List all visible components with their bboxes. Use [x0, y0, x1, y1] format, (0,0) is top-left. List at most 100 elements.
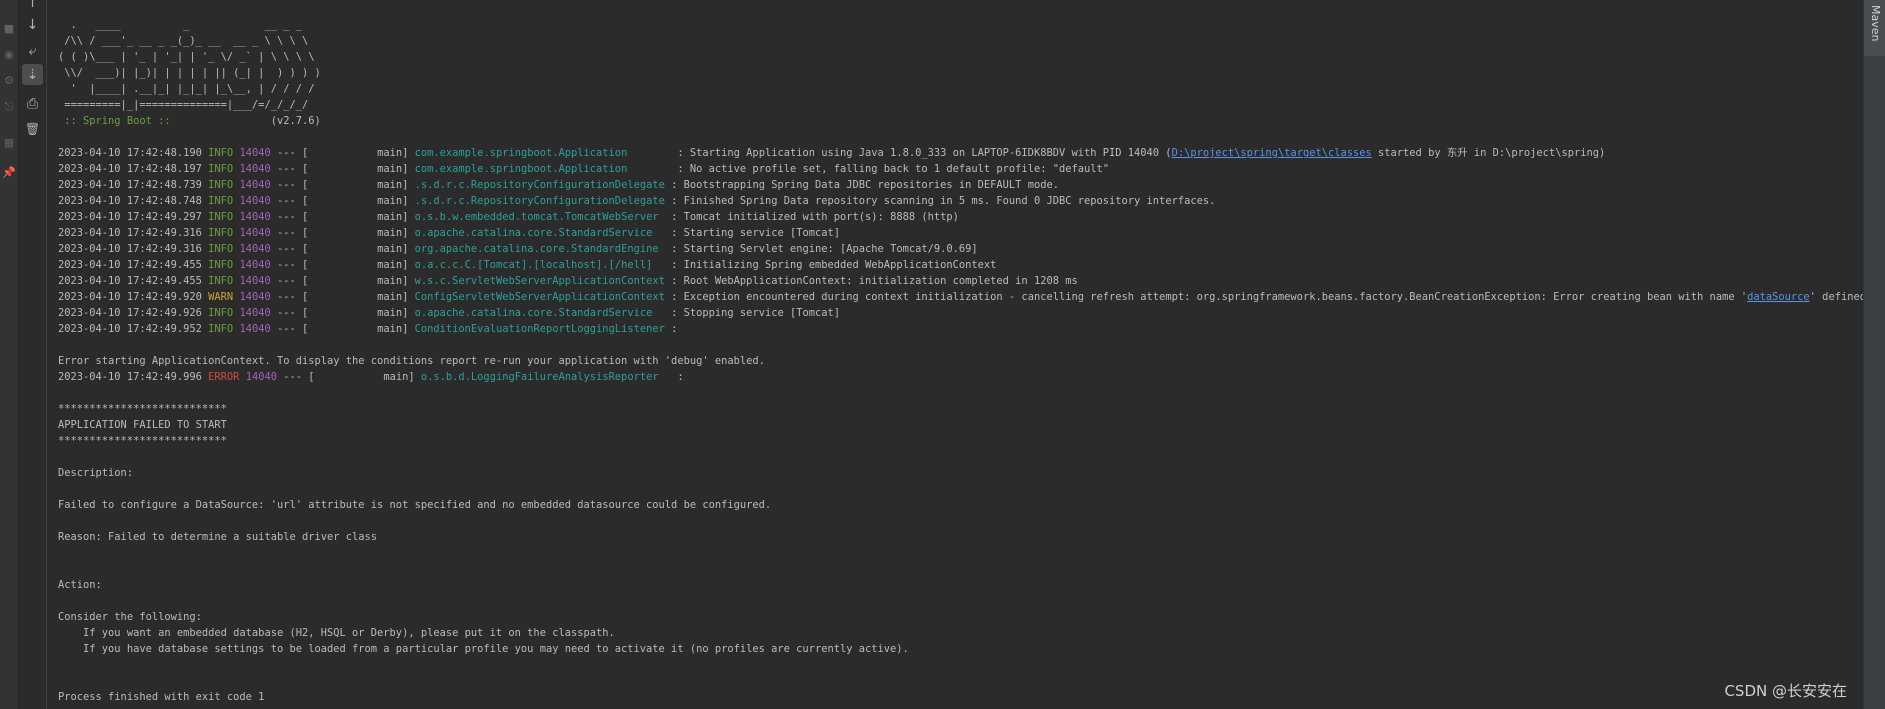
log-level: WARN	[208, 291, 234, 303]
log-pid: 14040	[239, 259, 271, 271]
action-item: If you want an embedded database (H2, HS…	[58, 627, 615, 639]
failure-title: APPLICATION FAILED TO START	[58, 419, 227, 431]
log-level: INFO	[208, 275, 234, 287]
log-level: INFO	[208, 147, 234, 159]
action-item: If you have database settings to be load…	[58, 643, 909, 655]
log-timestamp: 2023-04-10 17:42:49.297	[58, 211, 202, 223]
log-line: 2023-04-10 17:42:49.297 INFO 14040 --- […	[58, 209, 959, 225]
run-gutter: ■ ◉ ⚙ ⎋ ▦ 📌	[0, 0, 19, 709]
stop-icon[interactable]: ■	[2, 22, 16, 36]
log-level: INFO	[208, 243, 234, 255]
log-timestamp: 2023-04-10 17:42:49.920	[58, 291, 202, 303]
log-pid: 14040	[239, 323, 271, 335]
log-logger: o.a.c.c.C.[Tomcat].[localhost].[/hell]	[414, 259, 665, 271]
log-level: ERROR	[208, 371, 240, 383]
log-link[interactable]: dataSource	[1747, 291, 1810, 303]
log-message: : Root WebApplicationContext: initializa…	[664, 275, 1078, 287]
log-thread: --- [ main]	[270, 243, 415, 255]
log-level: INFO	[208, 179, 234, 191]
log-logger: o.apache.catalina.core.StandardService	[414, 227, 665, 239]
failure-stars-bottom: ***************************	[58, 435, 227, 447]
banner-line: \\/ ___)| |_)| | | | | || (_| | ) ) ) )	[58, 67, 321, 79]
log-thread: --- [ main]	[270, 211, 415, 223]
log-pid: 14040	[239, 147, 271, 159]
log-timestamp: 2023-04-10 17:42:48.190	[58, 147, 202, 159]
rerun-icon[interactable]: ↑	[22, 0, 43, 13]
scroll-to-end-icon[interactable]: ⇣	[22, 64, 43, 85]
print-icon[interactable]: ⎙	[22, 93, 43, 114]
log-message: : Stopping service [Tomcat]	[664, 307, 841, 319]
log-timestamp: 2023-04-10 17:42:49.952	[58, 323, 202, 335]
log-logger: com.example.springboot.Application	[414, 163, 672, 175]
log-pid: 14040	[239, 275, 271, 287]
log-message: : Starting service [Tomcat]	[664, 227, 841, 239]
reason-text: Reason: Failed to determine a suitable d…	[58, 531, 378, 543]
log-logger: o.apache.catalina.core.StandardService	[414, 307, 665, 319]
log-level: INFO	[208, 195, 234, 207]
layout-icon[interactable]: ▦	[2, 136, 16, 150]
log-link[interactable]: D:\project\spring\target\classes	[1172, 147, 1372, 159]
log-pid: 14040	[239, 179, 271, 191]
log-logger: o.s.b.d.LoggingFailureAnalysisReporter	[420, 371, 672, 383]
log-pid: 14040	[239, 227, 271, 239]
log-level: INFO	[208, 259, 234, 271]
log-message: : Finished Spring Data repository scanni…	[664, 195, 1216, 207]
log-line: 2023-04-10 17:42:49.952 INFO 14040 --- […	[58, 321, 677, 337]
log-timestamp: 2023-04-10 17:42:49.316	[58, 227, 202, 239]
log-line: 2023-04-10 17:42:48.197 INFO 14040 --- […	[58, 161, 1109, 177]
log-timestamp: 2023-04-10 17:42:48.197	[58, 163, 202, 175]
log-line: 2023-04-10 17:42:49.455 INFO 14040 --- […	[58, 273, 1078, 289]
watermark: CSDN @长安安在	[1724, 682, 1847, 700]
camera-icon[interactable]: ◉	[2, 48, 16, 62]
log-message: : Exception encountered during context i…	[664, 291, 1748, 303]
log-line: 2023-04-10 17:42:49.996 ERROR 14040 --- …	[58, 369, 684, 385]
clear-all-icon[interactable]: 🗑	[22, 118, 43, 139]
log-message: :	[664, 323, 678, 335]
log-line: 2023-04-10 17:42:48.190 INFO 14040 --- […	[58, 145, 1605, 161]
log-thread: --- [ main]	[270, 195, 415, 207]
console-output[interactable]: . ____ _ __ _ _ /\\ / ___'_ __ _ _(_)_ _…	[47, 0, 1863, 709]
pin-icon[interactable]: 📌	[2, 166, 16, 180]
log-level: INFO	[208, 211, 234, 223]
log-thread: --- [ main]	[270, 291, 415, 303]
log-line: 2023-04-10 17:42:49.316 INFO 14040 --- […	[58, 225, 840, 241]
log-level: INFO	[208, 307, 234, 319]
log-timestamp: 2023-04-10 17:42:49.316	[58, 243, 202, 255]
log-timestamp: 2023-04-10 17:42:49.455	[58, 275, 202, 287]
log-pid: 14040	[239, 211, 271, 223]
log-thread: --- [ main]	[270, 227, 415, 239]
log-message: : Bootstrapping Spring Data JDBC reposit…	[664, 179, 1059, 191]
settings-icon[interactable]: ⚙	[2, 74, 16, 88]
exit-code-text: Process finished with exit code 1	[58, 691, 265, 703]
exit-icon[interactable]: ⎋	[2, 100, 16, 114]
log-pid: 14040	[245, 371, 277, 383]
log-logger: ConfigServletWebServerApplicationContext	[414, 291, 665, 303]
log-thread: --- [ main]	[270, 259, 415, 271]
log-thread: --- [ main]	[270, 275, 415, 287]
log-line: 2023-04-10 17:42:49.316 INFO 14040 --- […	[58, 241, 978, 257]
scroll-down-icon[interactable]: ↓	[22, 14, 43, 35]
log-logger: o.s.b.w.embedded.tomcat.TomcatWebServer	[414, 211, 665, 223]
log-message: : Starting Servlet engine: [Apache Tomca…	[664, 243, 978, 255]
maven-tab[interactable]: Maven	[1864, 0, 1885, 56]
log-message: : No active profile set, falling back to…	[671, 163, 1110, 175]
log-level: INFO	[208, 323, 234, 335]
log-logger: com.example.springboot.Application	[414, 147, 672, 159]
log-thread: --- [ main]	[270, 147, 415, 159]
log-logger: org.apache.catalina.core.StandardEngine	[414, 243, 665, 255]
banner-line: ( ( )\___ | '_ | '_| | '_ \/ _` | \ \ \ …	[58, 51, 315, 63]
log-timestamp: 2023-04-10 17:42:49.926	[58, 307, 202, 319]
banner-line: . ____ _ __ _ _	[58, 19, 302, 31]
soft-wrap-icon[interactable]: ⤶	[22, 40, 43, 61]
log-level: INFO	[208, 227, 234, 239]
log-thread: --- [ main]	[270, 179, 415, 191]
log-timestamp: 2023-04-10 17:42:48.739	[58, 179, 202, 191]
log-message-tail: ' defined in class pa	[1809, 291, 1863, 303]
description-label: Description:	[58, 467, 134, 479]
log-timestamp: 2023-04-10 17:42:49.996	[58, 371, 202, 383]
log-thread: --- [ main]	[270, 307, 415, 319]
log-pid: 14040	[239, 195, 271, 207]
log-pid: 14040	[239, 307, 271, 319]
log-message-tail: started by 东升 in D:\project\spring)	[1371, 147, 1606, 159]
spring-boot-version: (v2.7.6)	[170, 115, 321, 127]
